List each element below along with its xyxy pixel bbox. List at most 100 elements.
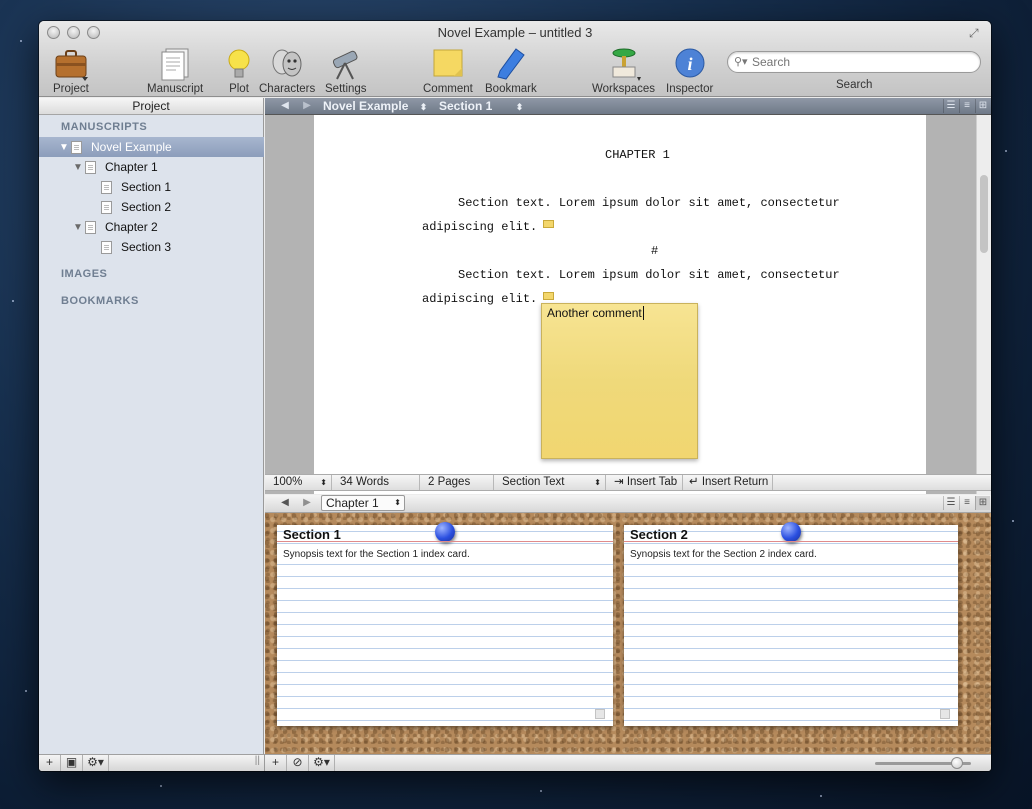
- updown-arrows-icon: ⬍: [515, 102, 524, 112]
- inspector-label: Inspector: [666, 83, 714, 95]
- corkboard-header-bar: ◀ ▶ Chapter 1 ⬍ ☰ ≡ ⊞: [265, 495, 991, 513]
- characters-label: Characters: [259, 83, 316, 95]
- search-icon: ⚲▾: [734, 56, 748, 68]
- binder-item-label: Section 1: [121, 180, 172, 194]
- comment-label: Comment: [423, 83, 473, 95]
- project-label: Project: [53, 83, 89, 95]
- updown-arrows-icon: ⬍: [419, 102, 428, 112]
- manuscript-label: Manuscript: [147, 83, 204, 95]
- corkboard-view-icon[interactable]: ⊞: [975, 99, 990, 113]
- insert-tab-button[interactable]: ⇥ Insert Tab: [606, 475, 683, 490]
- binder-item-section-2[interactable]: Section 2: [39, 197, 264, 217]
- photo-icon[interactable]: ▣: [61, 755, 83, 771]
- gear-icon[interactable]: ⚙▾: [309, 755, 335, 771]
- star: [1012, 520, 1014, 522]
- chapter-heading: CHAPTER 1: [605, 148, 670, 162]
- document-icon: [85, 220, 96, 234]
- card-size-slider[interactable]: [875, 757, 971, 769]
- editor-scrollbar[interactable]: [976, 115, 991, 494]
- text-cursor: [642, 306, 644, 320]
- back-arrow-icon[interactable]: ◀: [275, 495, 295, 511]
- section-selector-label: Section 1: [439, 99, 493, 113]
- fullscreen-icon[interactable]: ⤢: [969, 26, 983, 40]
- scrollbar-thumb[interactable]: [980, 175, 988, 253]
- corkboard[interactable]: Section 1 Synopsis text for the Section …: [265, 513, 991, 754]
- add-icon[interactable]: +: [265, 755, 287, 771]
- chapter-selector[interactable]: Chapter 1 ⬍: [321, 495, 405, 511]
- card-title[interactable]: Section 2: [630, 527, 688, 542]
- card-title[interactable]: Section 1: [283, 527, 341, 542]
- binder-item-novel-example[interactable]: ▼ Novel Example: [39, 137, 264, 157]
- gear-icon[interactable]: ⚙▾: [83, 755, 109, 771]
- disclosure-triangle[interactable]: ▼: [73, 222, 85, 233]
- plot-button[interactable]: Plot: [222, 47, 256, 95]
- app-window: Novel Example – untitled 3 ⤢ Project Man…: [39, 21, 991, 771]
- slider-knob[interactable]: [951, 757, 963, 769]
- comment-popover[interactable]: Another comment: [541, 303, 698, 459]
- titlebar: Novel Example – untitled 3 ⤢ Project Man…: [39, 21, 991, 97]
- settings-button[interactable]: Settings: [325, 47, 367, 95]
- masks-icon: [270, 47, 304, 81]
- comment-text[interactable]: Another comment: [547, 306, 642, 320]
- card-synopsis[interactable]: Synopsis text for the Section 2 index ca…: [630, 549, 817, 560]
- star: [12, 300, 14, 302]
- document-icon: [101, 200, 112, 214]
- bookmark-button[interactable]: Bookmark: [485, 47, 537, 95]
- forward-arrow-icon[interactable]: ▶: [297, 495, 317, 511]
- chapter-selector-label: Chapter 1: [326, 496, 379, 510]
- bookmarks-section[interactable]: BOOKMARKS: [61, 295, 139, 307]
- disclosure-triangle[interactable]: ▼: [73, 162, 85, 173]
- editor-page[interactable]: CHAPTER 1 Section text. Lorem ipsum dolo…: [314, 115, 926, 494]
- page-count: 2 Pages: [420, 475, 494, 490]
- resize-handle-icon[interactable]: ||: [255, 755, 260, 766]
- binder-item-chapter-2[interactable]: ▼ Chapter 2: [39, 217, 264, 237]
- card-synopsis[interactable]: Synopsis text for the Section 1 index ca…: [283, 549, 470, 560]
- style-value: Section Text: [502, 476, 565, 488]
- index-card[interactable]: Section 2 Synopsis text for the Section …: [624, 522, 958, 726]
- search-field[interactable]: ⚲▾: [727, 51, 981, 73]
- manuscript-button[interactable]: Manuscript: [147, 47, 203, 95]
- star: [540, 790, 542, 792]
- insert-return-button[interactable]: ↵ Insert Return: [683, 475, 773, 490]
- scrivenings-view-icon[interactable]: ☰: [943, 99, 958, 113]
- binder-item-label: Chapter 1: [105, 160, 158, 174]
- document-selector[interactable]: Novel Example ⬍: [323, 98, 427, 114]
- binder-item-chapter-1[interactable]: ▼ Chapter 1: [39, 157, 264, 177]
- images-section[interactable]: IMAGES: [61, 268, 107, 280]
- binder-item-label: Section 3: [121, 240, 172, 254]
- star: [1005, 150, 1007, 152]
- binder-item-label: Section 2: [121, 200, 172, 214]
- inspector-button[interactable]: i Inspector: [666, 47, 713, 95]
- disclosure-triangle[interactable]: ▼: [59, 142, 71, 153]
- tab-arrow-icon: ⇥: [614, 476, 627, 488]
- project-button[interactable]: Project: [53, 47, 89, 95]
- outline-view-icon[interactable]: ≡: [959, 99, 974, 113]
- link-icon[interactable]: ⊘: [287, 755, 309, 771]
- forward-arrow-icon[interactable]: ▶: [297, 98, 317, 114]
- binder-item-section-3[interactable]: Section 3: [39, 237, 264, 257]
- characters-button[interactable]: Characters: [259, 47, 315, 95]
- add-icon[interactable]: +: [39, 755, 61, 771]
- search-input[interactable]: [752, 55, 972, 69]
- document-icon: [101, 240, 112, 254]
- paragraph-1-line-2: adipiscing elit.: [422, 220, 555, 234]
- corkboard-view-icon[interactable]: ⊞: [975, 496, 990, 510]
- pushpin-icon: [435, 522, 455, 542]
- comment-marker-icon[interactable]: [543, 292, 555, 300]
- word-count: 34 Words: [332, 475, 420, 490]
- outline-view-icon[interactable]: ≡: [959, 496, 974, 510]
- index-card[interactable]: Section 1 Synopsis text for the Section …: [277, 522, 613, 726]
- style-popup[interactable]: Section Text ⬍: [494, 475, 606, 490]
- comment-marker-icon[interactable]: [543, 220, 555, 228]
- back-arrow-icon[interactable]: ◀: [275, 98, 295, 114]
- workspaces-button[interactable]: Workspaces: [592, 47, 655, 95]
- section-selector[interactable]: Section 1 ⬍: [439, 98, 523, 114]
- document-icon: [101, 180, 112, 194]
- settings-label: Settings: [325, 83, 367, 95]
- binder-item-section-1[interactable]: Section 1: [39, 177, 264, 197]
- zoom-popup[interactable]: 100% ⬍: [265, 475, 332, 490]
- binder-header: Project: [39, 98, 263, 115]
- comment-button[interactable]: Comment: [423, 47, 473, 95]
- scrivenings-view-icon[interactable]: ☰: [943, 496, 958, 510]
- manuscripts-section[interactable]: MANUSCRIPTS: [61, 121, 147, 133]
